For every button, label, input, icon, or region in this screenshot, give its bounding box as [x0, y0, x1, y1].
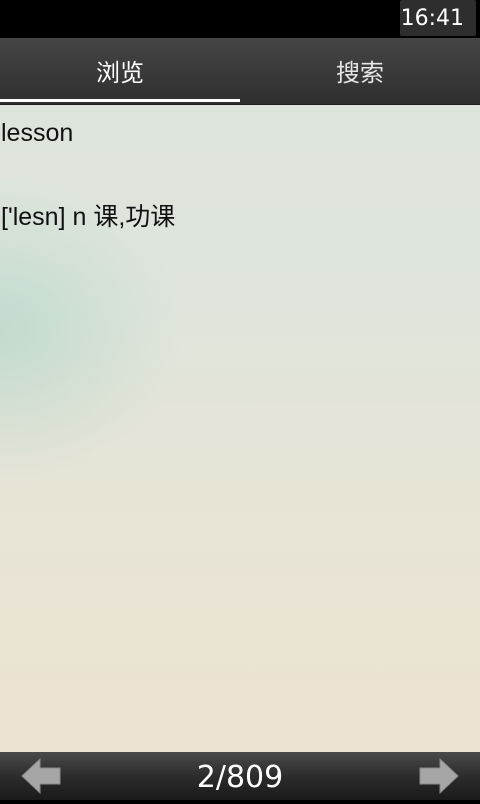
entry-definition: ['lesn] n 课,功课: [1, 203, 176, 231]
entry-word: lesson: [1, 119, 74, 147]
tab-search-label: 搜索: [336, 59, 384, 87]
tab-search[interactable]: 搜索: [240, 38, 480, 104]
next-button[interactable]: [416, 756, 460, 796]
clock-container: 16:41: [400, 0, 476, 36]
tab-bar: 浏览 搜索: [0, 38, 480, 105]
status-clock: 16:41: [400, 6, 464, 31]
left-arrow-icon: [21, 757, 61, 795]
right-arrow-icon: [419, 757, 459, 795]
tab-browse-label: 浏览: [96, 59, 144, 87]
page-indicator: 2/809: [196, 760, 284, 795]
entry-content: lesson ['lesn] n 课,功课: [0, 105, 480, 752]
selected-tab-indicator: [0, 99, 240, 102]
previous-button[interactable]: [20, 756, 64, 796]
bottom-navigation-bar: 2/809: [0, 752, 480, 800]
status-bar: 16:41: [0, 0, 480, 38]
tab-browse[interactable]: 浏览: [0, 38, 240, 104]
